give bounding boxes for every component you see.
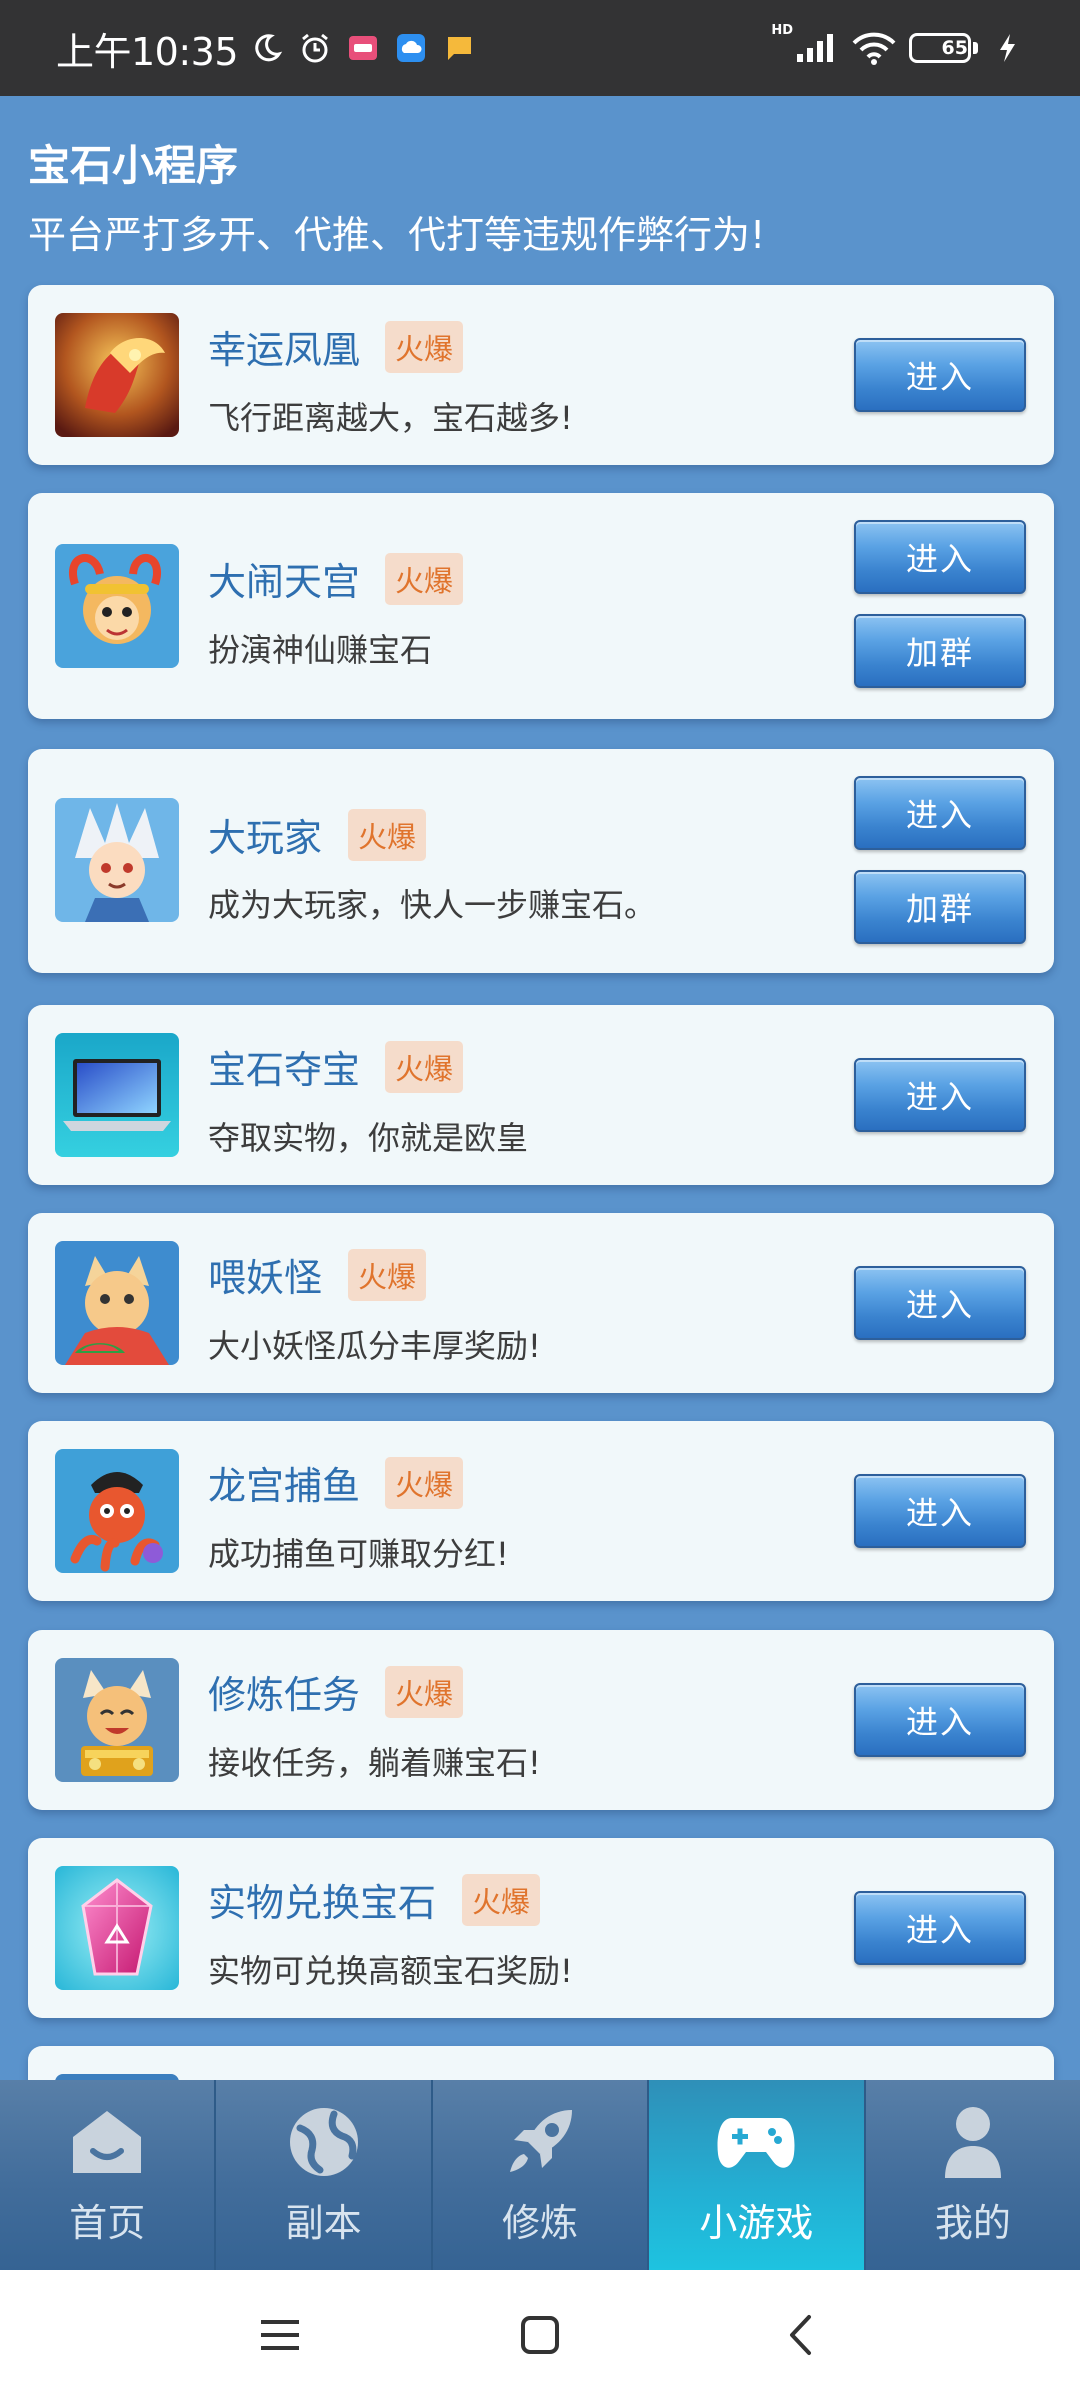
nav-label: 修炼 <box>502 2200 579 2245</box>
system-nav-bar <box>0 2270 1080 2400</box>
hero-game-icon <box>55 798 179 922</box>
game-card[interactable]: 幸运凤凰 火爆 飞行距离越大，宝石越多! 进入 <box>28 285 1054 465</box>
status-time: 上午10:35 <box>56 29 239 74</box>
game-card[interactable] <box>28 2046 1054 2080</box>
monkey-king-game-icon <box>55 544 179 668</box>
status-system-icons: HD 65 <box>771 23 1024 65</box>
phoenix-game-icon <box>55 313 179 437</box>
alarm-icon <box>298 31 332 65</box>
game-desc: 成功捕鱼可赚取分红! <box>208 1535 509 1573</box>
moon-icon <box>250 31 284 65</box>
game-desc: 夺取实物，你就是欧皇 <box>208 1119 529 1157</box>
feed-monster-game-icon <box>55 1241 179 1365</box>
hot-badge: 火爆 <box>462 1874 540 1926</box>
home-icon <box>67 2104 147 2180</box>
page-title: 宝石小程序 <box>28 141 239 190</box>
nav-label: 副本 <box>285 2200 362 2245</box>
back-icon[interactable] <box>770 2305 830 2365</box>
cultivation-task-icon <box>55 1658 179 1782</box>
game-card[interactable]: 实物兑换宝石 火爆 实物可兑换高额宝石奖励! 进入 <box>28 1838 1054 2018</box>
hot-badge: 火爆 <box>385 1041 463 1093</box>
rocket-icon <box>500 2104 580 2180</box>
hot-badge: 火爆 <box>385 553 463 605</box>
nav-item-profile[interactable]: 我的 <box>865 2080 1080 2270</box>
nav-item-home[interactable]: 首页 <box>0 2080 217 2270</box>
game-card[interactable]: 大闹天宫 火爆 扮演神仙赚宝石 进入 加群 <box>28 493 1054 719</box>
network-label: HD <box>771 23 793 38</box>
game-desc: 大小妖怪瓜分丰厚奖励! <box>208 1327 541 1365</box>
battery-tip <box>973 42 978 54</box>
game-card[interactable]: 修炼任务 火爆 接收任务，躺着赚宝石! 进入 <box>28 1630 1054 1810</box>
hot-badge: 火爆 <box>385 321 463 373</box>
home-square-icon[interactable] <box>510 2305 570 2365</box>
hot-badge: 火爆 <box>348 1249 426 1301</box>
nav-label: 首页 <box>69 2200 146 2245</box>
status-bar: 上午10:35 HD 65 <box>0 0 1080 96</box>
game-desc: 成为大玩家，快人一步赚宝石。 <box>208 886 657 924</box>
game-card[interactable]: 龙宫捕鱼 火爆 成功捕鱼可赚取分红! 进入 <box>28 1421 1054 1601</box>
nav-item-minigames[interactable]: 小游戏 <box>649 2080 866 2270</box>
nav-label: 我的 <box>934 2200 1011 2245</box>
game-card[interactable]: 喂妖怪 火爆 大小妖怪瓜分丰厚奖励! 进入 <box>28 1213 1054 1393</box>
game-name: 宝石夺宝 <box>208 1048 361 1092</box>
game-card[interactable]: 宝石夺宝 火爆 夺取实物，你就是欧皇 进入 <box>28 1005 1054 1185</box>
gem-exchange-icon <box>55 1866 179 1990</box>
page-notice: 平台严打多开、代推、代打等违规作弊行为! <box>28 213 766 257</box>
hot-badge: 火爆 <box>385 1457 463 1509</box>
enter-button[interactable]: 进入 <box>854 1891 1026 1965</box>
status-notification-icons <box>250 31 476 65</box>
enter-button[interactable]: 进入 <box>854 520 1026 594</box>
game-name: 龙宫捕鱼 <box>208 1464 361 1508</box>
content-area[interactable]: 宝石小程序 平台严打多开、代推、代打等违规作弊行为! 幸运凤凰 火爆 飞行距离越… <box>0 96 1080 2080</box>
enter-button[interactable]: 进入 <box>854 1266 1026 1340</box>
hot-badge: 火爆 <box>348 809 426 861</box>
planet-icon <box>284 2104 364 2180</box>
cloud-icon <box>394 31 428 65</box>
laptop-game-icon <box>55 1033 179 1157</box>
game-desc: 扮演神仙赚宝石 <box>208 631 433 669</box>
battery-icon: 65 <box>909 33 971 63</box>
hot-badge: 火爆 <box>385 1666 463 1718</box>
enter-button[interactable]: 进入 <box>854 1683 1026 1757</box>
wifi-icon <box>851 31 897 65</box>
game-name: 大闹天宫 <box>208 560 361 604</box>
nav-label: 小游戏 <box>699 2200 814 2245</box>
charging-icon <box>990 31 1024 65</box>
game-name: 修炼任务 <box>208 1673 361 1717</box>
signal-icon <box>795 31 839 65</box>
fishing-game-icon <box>55 1449 179 1573</box>
gamepad-icon <box>716 2104 796 2180</box>
enter-button[interactable]: 进入 <box>854 776 1026 850</box>
game-name: 喂妖怪 <box>208 1256 323 1300</box>
enter-button[interactable]: 进入 <box>854 1058 1026 1132</box>
game-name: 实物兑换宝石 <box>208 1881 437 1925</box>
menu-icon[interactable] <box>250 2305 310 2365</box>
nav-item-cultivate[interactable]: 修炼 <box>432 2080 650 2270</box>
game-name: 幸运凤凰 <box>208 328 361 372</box>
game-desc: 接收任务，躺着赚宝石! <box>208 1744 541 1782</box>
enter-button[interactable]: 进入 <box>854 1474 1026 1548</box>
user-icon <box>933 2104 1013 2180</box>
app-notification-icon <box>346 31 380 65</box>
join-group-button[interactable]: 加群 <box>854 614 1026 688</box>
game-desc: 实物可兑换高额宝石奖励! <box>208 1952 573 1990</box>
nav-item-dungeon[interactable]: 副本 <box>216 2080 433 2270</box>
bottom-nav: 首页 副本 修炼 小游戏 我的 <box>0 2080 1080 2270</box>
enter-button[interactable]: 进入 <box>854 338 1026 412</box>
battery-level: 65 <box>941 37 968 59</box>
message-icon <box>442 31 476 65</box>
game-name: 大玩家 <box>208 816 323 860</box>
game-desc: 飞行距离越大，宝石越多! <box>208 399 573 437</box>
join-group-button[interactable]: 加群 <box>854 870 1026 944</box>
game-card[interactable]: 大玩家 火爆 成为大玩家，快人一步赚宝石。 进入 加群 <box>28 749 1054 973</box>
